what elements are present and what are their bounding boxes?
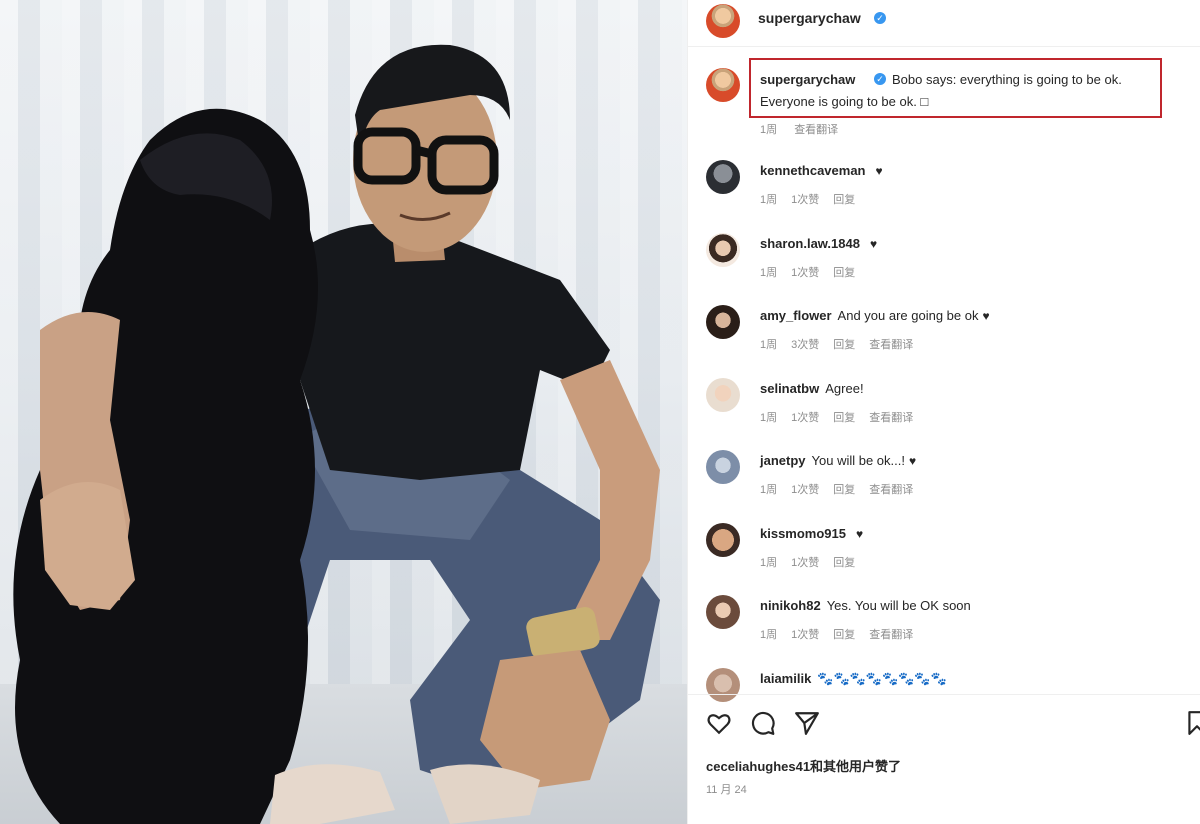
comment-like-count[interactable]: 1次赞 [791,629,819,641]
comment-meta: 1周 1次赞 回复 [760,191,883,207]
heart-emoji-icon: ♥ [856,526,864,541]
post-header: supergarychaw ✓ [688,0,1200,46]
comment-line: ninikoh82 Yes. You will be OK soon [760,598,975,613]
comment-reply-button[interactable]: 回复 [833,194,855,206]
comment-avatar[interactable] [706,595,740,629]
heart-emoji-icon: ♥ [869,236,878,251]
caption-username[interactable]: supergarychaw [760,72,855,87]
comment-time: 1周 [760,266,778,279]
caption-author-avatar[interactable] [706,68,740,102]
comment-username[interactable]: selinatbw [760,381,819,396]
actions-divider [688,694,1200,695]
comment-meta: 1周 1次赞 回复 查看翻译 [760,409,927,425]
comment-bubble-icon[interactable] [750,710,776,736]
header-divider [688,46,1200,47]
bookmark-icon[interactable] [1184,710,1200,736]
comment-username[interactable]: amy_flower [760,308,832,323]
caption-time: 1周 [760,124,778,136]
comment-avatar[interactable] [706,160,740,194]
comment-translate-link[interactable]: 查看翻译 [869,629,913,641]
comment-text: Yes. You will be OK soon [826,598,971,613]
comment-line: selinatbw Agree! [760,381,868,396]
comment-translate-link[interactable]: 查看翻译 [869,484,913,496]
comment-avatar[interactable] [706,232,740,267]
caption-highlight-box [749,58,1162,118]
post-photo[interactable] [0,0,687,824]
comment-line: kissmomo915 ♥ [760,526,863,541]
comment-meta: 1周 1次赞 回复 [760,554,883,570]
caption-meta: 1周 查看翻译 [760,121,852,137]
comment-text: You will be ok...! [811,453,905,468]
heart-emoji-icon: ♥ [908,454,917,468]
caption-translate-link[interactable]: 查看翻译 [794,124,838,136]
heart-emoji-icon: ♥ [982,309,990,323]
comment-like-count[interactable]: 1次赞 [791,412,819,424]
comment-meta: 1周 3次赞 回复 查看翻译 [760,336,927,352]
comment-reply-button[interactable]: 回复 [833,412,855,424]
comment-like-count[interactable]: 1次赞 [791,557,819,569]
comment-line: kennethcaveman ♥ [760,163,883,178]
comment-reply-button[interactable]: 回复 [833,484,855,496]
comment-reply-button[interactable]: 回复 [833,267,855,279]
likes-summary[interactable]: ceceliahughes41和其他用户赞了 [706,756,901,775]
comment-avatar[interactable] [706,667,740,702]
comment-reply-button[interactable]: 回复 [833,339,855,351]
comment-meta: 1周 1次赞 回复 查看翻译 [760,481,927,497]
post-date: 11 月 24 [706,784,747,796]
comment-avatar[interactable] [706,377,740,412]
comment-time: 1周 [760,629,778,641]
comment-meta: 1周 1次赞 回复 查看翻译 [760,626,927,642]
comment-text: Agree! [825,380,864,396]
comment-like-count[interactable]: 1次赞 [791,484,819,496]
author-avatar[interactable] [706,4,740,38]
comment-time: 1周 [760,339,778,351]
heart-emoji-icon: ♥ [875,164,883,178]
header-username[interactable]: supergarychaw [758,10,861,26]
comment-meta: 1周 1次赞 回复 [760,264,883,280]
comment-text: 🐾🐾🐾🐾🐾🐾🐾🐾 [817,670,947,686]
comment-line: janetpy You will be ok...! ♥ [760,453,916,468]
verified-badge-icon: ✓ [874,73,886,85]
comment-username[interactable]: sharon.law.1848 [760,236,860,251]
comment-line: laiamilik 🐾🐾🐾🐾🐾🐾🐾🐾 [760,671,951,687]
comment-username[interactable]: laiamilik [760,671,811,686]
comment-translate-link[interactable]: 查看翻译 [869,412,913,424]
heart-outline-icon[interactable] [706,710,732,736]
comment-time: 1周 [760,484,778,496]
comment-username[interactable]: kissmomo915 [760,526,846,541]
comment-username[interactable]: ninikoh82 [760,598,821,613]
photo-subject-illustration [13,44,660,824]
paper-plane-icon[interactable] [794,710,820,736]
caption-text-line1: Bobo says: everything is going to be ok. [892,72,1122,87]
comment-like-count[interactable]: 1次赞 [791,194,819,206]
verified-badge-icon: ✓ [874,12,886,24]
comments-panel: supergarychaw ✓ supergarychaw ✓ Bobo say… [687,0,1200,824]
comment-like-count[interactable]: 3次赞 [791,339,819,351]
comment-avatar[interactable] [706,450,740,484]
comment-reply-button[interactable]: 回复 [833,629,855,641]
comment-reply-button[interactable]: 回复 [833,557,855,569]
comment-avatar[interactable] [706,305,740,339]
comment-username[interactable]: kennethcaveman [760,163,866,178]
comment-time: 1周 [760,411,778,424]
comment-text: And you are going be ok [837,308,979,323]
comment-translate-link[interactable]: 查看翻译 [869,339,913,351]
caption-text-line2: Everyone is going to be ok. □ [760,94,929,109]
comment-time: 1周 [760,194,778,206]
comment-line: sharon.law.1848 ♥ [760,236,877,251]
comment-username[interactable]: janetpy [760,453,806,468]
comment-like-count[interactable]: 1次赞 [791,267,819,279]
comment-avatar[interactable] [706,522,740,557]
comment-meta [760,699,816,711]
comment-line: amy_flower And you are going be ok ♥ [760,308,990,323]
comment-time: 1周 [760,556,778,569]
